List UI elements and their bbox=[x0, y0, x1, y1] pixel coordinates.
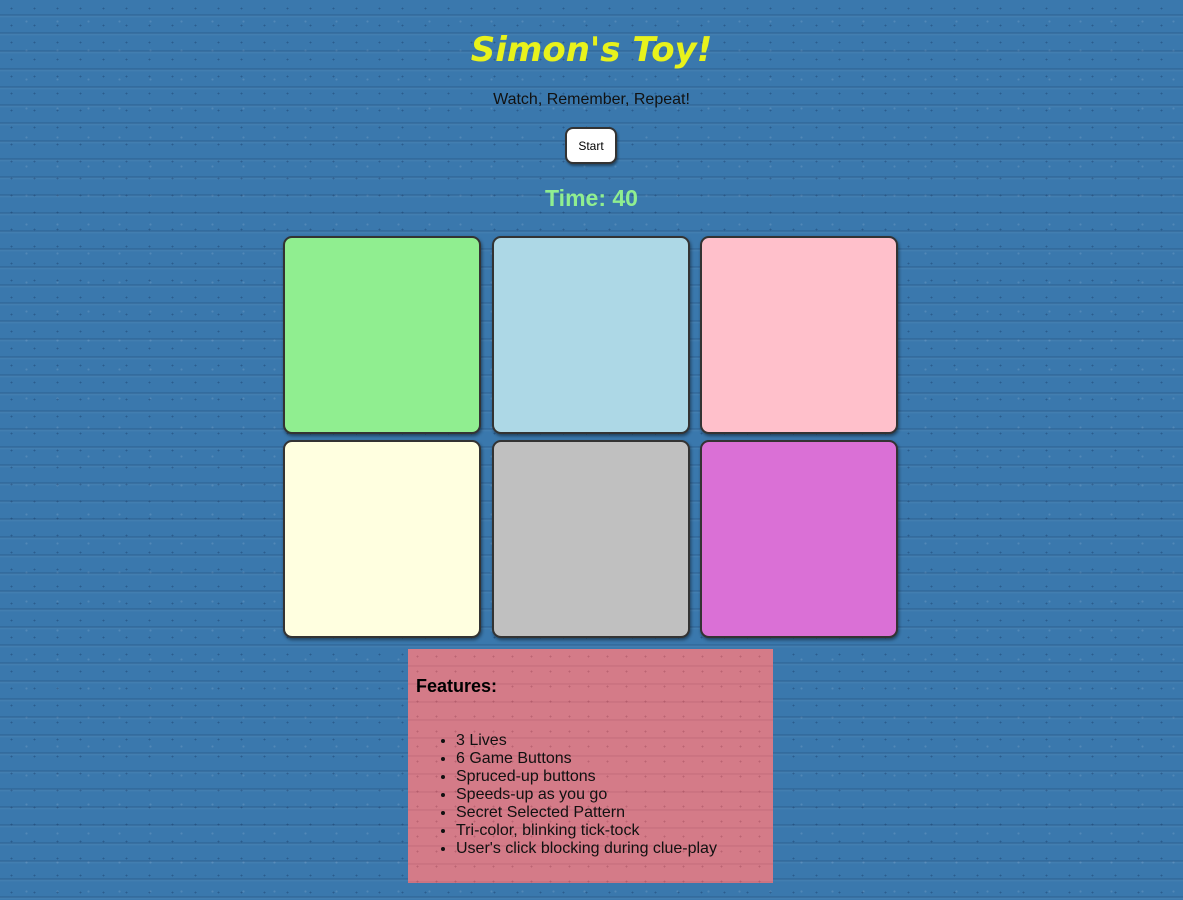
page-subtitle: Watch, Remember, Repeat! bbox=[493, 91, 690, 108]
game-button-4[interactable] bbox=[283, 440, 481, 638]
game-button-2[interactable] bbox=[492, 236, 690, 434]
game-button-6[interactable] bbox=[700, 440, 898, 638]
start-button[interactable]: Start bbox=[565, 127, 617, 164]
game-button-3[interactable] bbox=[700, 236, 898, 434]
feature-item: Speeds-up as you go bbox=[456, 786, 717, 804]
feature-item: Tri-color, blinking tick-tock bbox=[456, 822, 717, 840]
timer-display: Time: 40 bbox=[545, 185, 638, 211]
game-button-5[interactable] bbox=[492, 440, 690, 638]
features-panel: Features: 3 Lives 6 Game Buttons Spruced… bbox=[408, 649, 773, 883]
feature-item: Secret Selected Pattern bbox=[456, 804, 717, 822]
page-title: Simon's Toy! bbox=[470, 30, 713, 70]
feature-item: 6 Game Buttons bbox=[456, 750, 717, 768]
feature-item: User's click blocking during clue-play bbox=[456, 840, 717, 858]
game-button-grid bbox=[283, 236, 899, 638]
features-heading: Features: bbox=[416, 676, 498, 696]
game-button-1[interactable] bbox=[283, 236, 481, 434]
feature-item: 3 Lives bbox=[456, 732, 717, 750]
features-list: 3 Lives 6 Game Buttons Spruced-up button… bbox=[416, 732, 717, 858]
feature-item: Spruced-up buttons bbox=[456, 768, 717, 786]
